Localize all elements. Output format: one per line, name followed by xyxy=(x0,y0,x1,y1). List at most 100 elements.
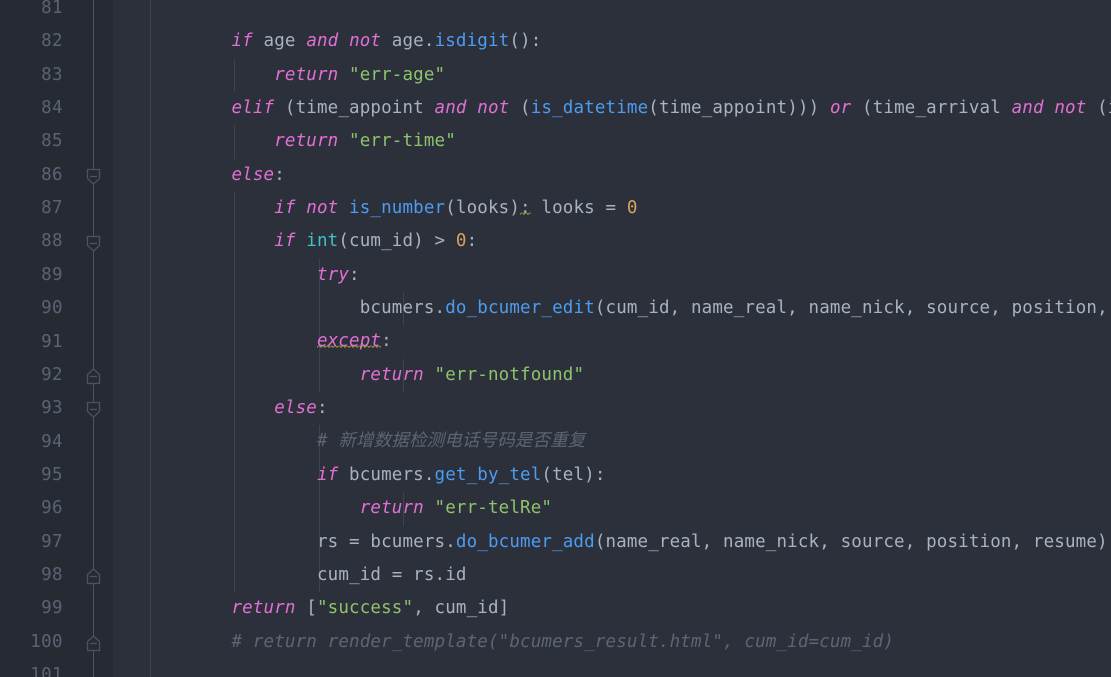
code-token: if xyxy=(316,464,339,485)
line-number: 96 xyxy=(41,498,63,519)
fold-collapse-up-icon[interactable] xyxy=(84,566,103,587)
code-token: else xyxy=(274,398,317,419)
code-token: 0 xyxy=(626,198,638,219)
code-line[interactable]: try: xyxy=(113,258,1111,293)
code-token: cum_id = rs.id xyxy=(146,564,467,585)
line-number: 99 xyxy=(41,598,63,619)
code-token: : xyxy=(274,164,285,185)
code-content-area[interactable]: if age and not age.isdigit(): return "er… xyxy=(113,0,1111,677)
code-line[interactable]: # 新增数据检测电话号码是否重复 xyxy=(113,425,1111,459)
code-token: : xyxy=(316,398,328,419)
code-line[interactable]: except: xyxy=(113,325,1111,359)
code-line[interactable]: return "err-notfound" xyxy=(113,358,1111,393)
code-line[interactable]: if int(cum_id) > 0: xyxy=(113,225,1111,259)
code-token: (is_datetime(time_arrival))): xyxy=(1097,98,1111,119)
line-number: 101 xyxy=(30,665,63,677)
code-line[interactable]: else: xyxy=(113,392,1111,426)
code-line[interactable]: return "err-telRe" xyxy=(113,492,1111,526)
code-line-text: bcumers.do_bcumer_edit(cum_id, name_real… xyxy=(113,292,1111,325)
code-token: (tel): xyxy=(541,464,606,485)
code-token: (time_appoint xyxy=(274,98,435,119)
code-line-text: try: xyxy=(113,259,360,292)
code-token: "err-notfound" xyxy=(434,364,585,385)
code-token: if xyxy=(274,231,296,252)
fold-collapse-down-icon[interactable] xyxy=(84,399,103,420)
code-token: "err-telRe" xyxy=(434,498,553,519)
code-token: bcumers. xyxy=(338,464,435,485)
code-token: "success" xyxy=(317,598,414,619)
code-line[interactable] xyxy=(113,658,1111,677)
fold-collapse-down-icon[interactable] xyxy=(84,233,103,254)
code-editor[interactable]: 81 82 83 84 85 86 87 88 89 90 91 92 93 94 95 96 97 98 99 10… xyxy=(0,0,1111,677)
code-line[interactable]: return ["success", cum_id] xyxy=(113,592,1111,626)
code-line[interactable]: cum_id = rs.id xyxy=(113,558,1111,593)
code-token: is_number xyxy=(349,198,446,219)
line-number: 92 xyxy=(41,364,63,385)
code-token: get_by_tel xyxy=(434,464,542,485)
code-token: and xyxy=(1011,98,1044,119)
fold-collapse-up-icon[interactable] xyxy=(84,366,103,387)
line-number: 81 xyxy=(41,0,63,18)
code-token: [ xyxy=(295,598,317,619)
code-token: (name_real, name_nick, source, position,… xyxy=(594,531,1108,552)
code-line-text: # return render_template("bcumers_result… xyxy=(113,626,894,659)
code-line[interactable] xyxy=(113,0,1111,26)
code-line-text: else: xyxy=(113,392,328,425)
code-token: rs = bcumers. xyxy=(146,531,456,552)
code-token: return xyxy=(359,364,424,385)
line-number: 88 xyxy=(41,231,63,252)
code-token: or xyxy=(829,98,852,119)
code-token: return xyxy=(231,598,296,619)
code-line-text: cum_id = rs.id xyxy=(113,559,467,592)
code-line[interactable]: elif (time_appoint and not (is_datetime(… xyxy=(113,92,1111,126)
line-number-gutter: 81 82 83 84 85 86 87 88 89 90 91 92 93 94 95 96 97 98 99 10… xyxy=(0,0,75,677)
code-line[interactable]: return "err-age" xyxy=(113,58,1111,93)
code-line-text: return ["success", cum_id] xyxy=(113,592,510,625)
code-token: (): xyxy=(509,31,542,52)
code-line[interactable]: # return render_template("bcumers_result… xyxy=(113,625,1111,659)
code-line-text: rs = bcumers.do_bcumer_add(name_real, na… xyxy=(113,526,1108,559)
code-token: age xyxy=(252,31,307,52)
code-token: "err-time" xyxy=(349,131,456,152)
code-line[interactable]: bcumers.do_bcumer_edit(cum_id, name_real… xyxy=(113,292,1111,326)
code-line-text: else: xyxy=(113,159,285,192)
code-line-text: elif (time_appoint and not (is_datetime(… xyxy=(113,92,1111,125)
line-number: 89 xyxy=(41,264,63,285)
code-folding-ribbon[interactable] xyxy=(75,0,113,677)
code-token: ( xyxy=(509,98,531,119)
code-line[interactable]: return "err-time" xyxy=(113,125,1111,159)
code-line[interactable]: if bcumers.get_by_tel(tel): xyxy=(113,458,1111,493)
code-token: # 新增数据检测电话号码是否重复 xyxy=(316,431,586,452)
fold-collapse-down-icon[interactable] xyxy=(84,166,103,187)
code-token: bcumers. xyxy=(146,298,446,319)
code-line-text: if bcumers.get_by_tel(tel): xyxy=(113,459,606,492)
code-token: return xyxy=(359,498,424,519)
code-token: do_bcumer_add xyxy=(455,531,595,552)
line-number: 98 xyxy=(41,564,63,585)
code-line[interactable]: if not is_number(looks): looks = 0 xyxy=(113,192,1111,226)
code-line-text: if int(cum_id) > 0: xyxy=(113,225,477,258)
line-number: 100 xyxy=(30,631,63,652)
code-token: (cum_id) > xyxy=(338,231,456,252)
line-number: 95 xyxy=(41,464,63,485)
code-token: : xyxy=(466,231,478,252)
line-number: 83 xyxy=(41,64,63,85)
code-line[interactable]: rs = bcumers.do_bcumer_add(name_real, na… xyxy=(113,525,1111,559)
code-token: 0 xyxy=(455,231,467,252)
fold-collapse-up-icon[interactable] xyxy=(84,633,103,654)
code-token: int xyxy=(306,231,339,252)
code-line[interactable]: if age and not age.isdigit(): xyxy=(113,25,1111,59)
code-line[interactable]: else: xyxy=(113,158,1111,193)
